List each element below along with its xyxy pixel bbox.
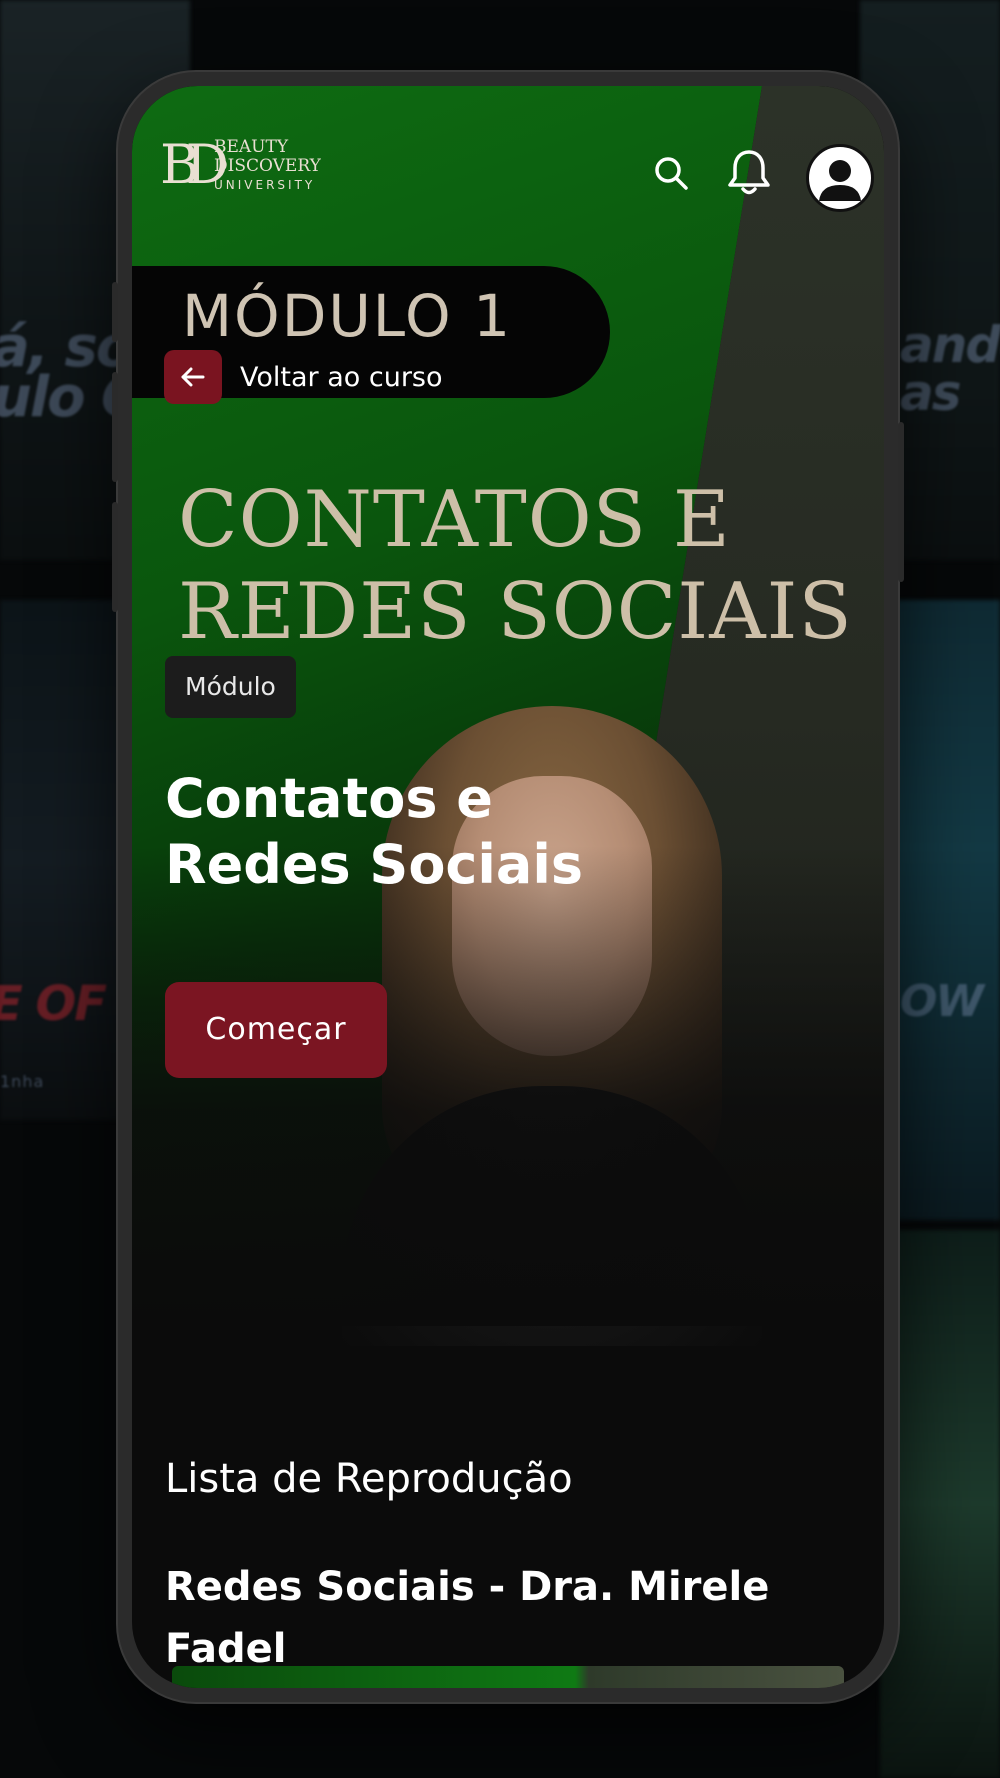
- logo-line: BEAUTY: [214, 137, 289, 157]
- phone-side-button: [112, 502, 118, 612]
- poster-right-middle: [880, 600, 1000, 1220]
- module-title: MÓDULO 1: [182, 282, 513, 350]
- banner-title-line: REDES SOCIAIS: [178, 567, 853, 657]
- phone-side-button: [112, 372, 118, 482]
- banner-title-line: CONTATOS E: [178, 475, 731, 565]
- search-icon[interactable]: [650, 152, 694, 196]
- poster-text: 1nha: [0, 1072, 45, 1091]
- course-title-line: Redes Sociais: [165, 833, 584, 896]
- logo-wordmark: BEAUTY DISCOVERY UNIVERSITY: [214, 138, 321, 195]
- module-banner-title: CONTATOS E REDES SOCIAIS: [178, 474, 858, 658]
- playlist-item-title[interactable]: Redes Sociais - Dra. Mirele Fadel: [165, 1556, 825, 1680]
- playlist-heading: Lista de Reprodução: [165, 1456, 573, 1502]
- phone-side-button: [112, 282, 118, 342]
- poster-text: OW: [900, 976, 984, 1027]
- logo-mark: BD: [160, 133, 229, 196]
- brand-logo[interactable]: BD BEAUTY DISCOVERY UNIVERSITY: [160, 138, 340, 208]
- poster-text: as: [900, 364, 961, 422]
- logo-line: DISCOVERY: [214, 156, 321, 176]
- bell-icon[interactable]: [724, 146, 770, 195]
- logo-line: UNIVERSITY: [214, 178, 316, 192]
- back-button[interactable]: [164, 350, 222, 404]
- back-to-course-link[interactable]: Voltar ao curso: [240, 362, 443, 393]
- course-title-line: Contatos e: [165, 767, 493, 830]
- playlist-item-thumbnail[interactable]: [172, 1666, 844, 1688]
- phone-side-button: [898, 422, 904, 582]
- start-button[interactable]: Começar: [165, 982, 387, 1078]
- app-screen: BD BEAUTY DISCOVERY UNIVERSITY MÓDULO 1 …: [132, 86, 884, 1688]
- phone-frame: BD BEAUTY DISCOVERY UNIVERSITY MÓDULO 1 …: [112, 72, 904, 1702]
- poster-text: ando: [900, 316, 1000, 374]
- module-type-badge: Módulo: [165, 656, 296, 718]
- poster-text: E OF: [0, 976, 107, 1032]
- user-avatar-icon[interactable]: [806, 144, 874, 212]
- course-title: Contatos e Redes Sociais: [165, 766, 765, 898]
- banner-fade: [132, 846, 884, 1326]
- poster-right-bottom: [880, 1230, 1000, 1778]
